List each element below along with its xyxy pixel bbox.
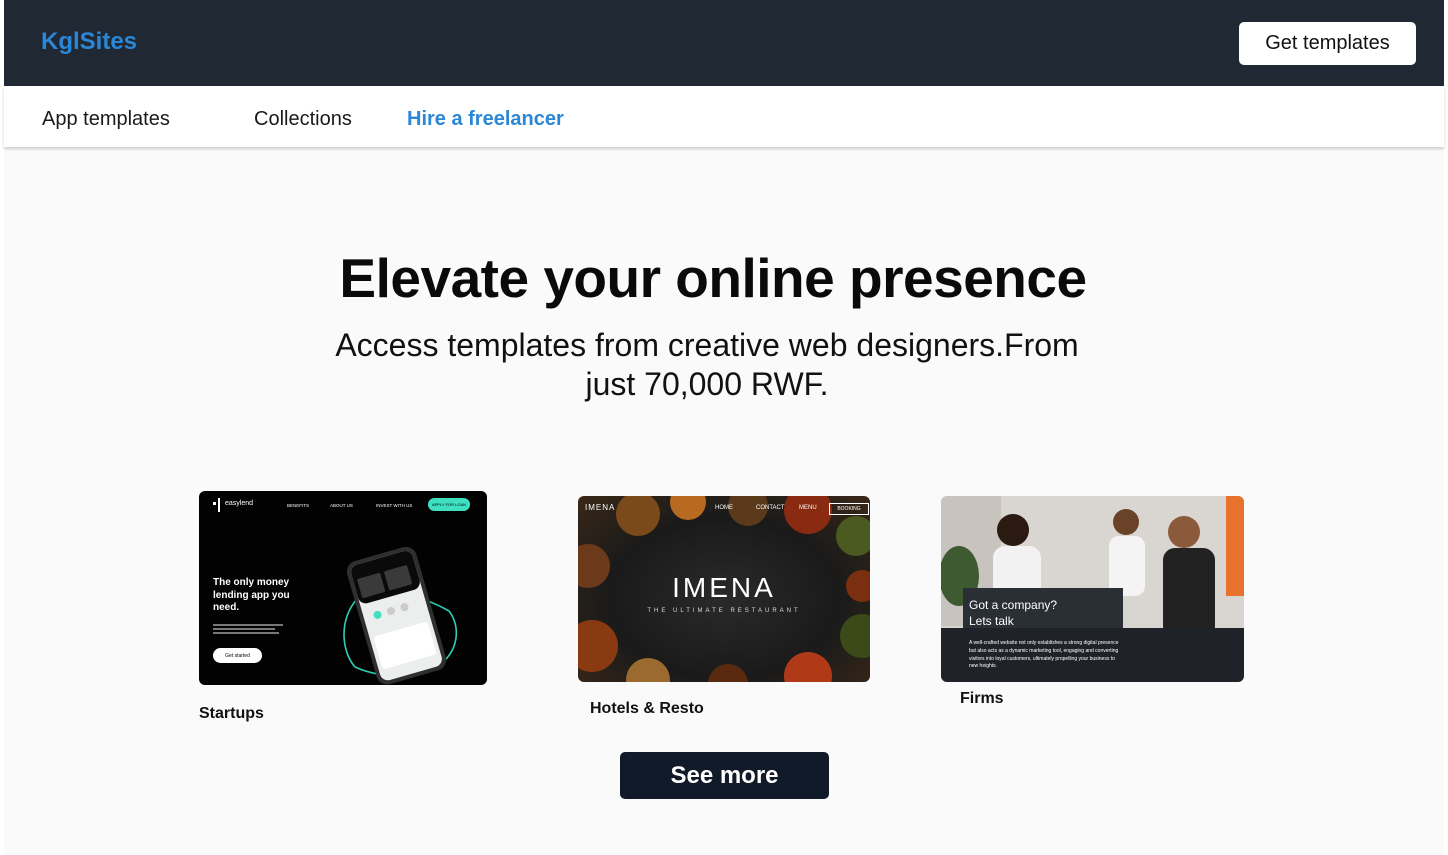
preview-booking-button: BOOKING — [829, 503, 869, 515]
get-templates-button[interactable]: Get templates — [1239, 22, 1416, 65]
preview-headline: IMENA — [672, 572, 776, 603]
preview-nav-3: MENU — [799, 505, 817, 511]
template-preview-firms[interactable]: Got a company? Lets talk A well-crafted … — [941, 496, 1244, 682]
template-preview-startups[interactable]: easylend BENEFITS ABOUT US INVEST WITH U… — [199, 491, 487, 685]
top-header: KglSites Get templates — [4, 0, 1444, 86]
see-more-button[interactable]: See more — [620, 752, 829, 799]
nav-item-hire-freelancer[interactable]: Hire a freelancer — [407, 108, 564, 131]
main-nav: App templates Collections Hire a freelan… — [4, 86, 1444, 147]
preview-body: A well-crafted website not only establis… — [969, 640, 1119, 670]
template-label-firms[interactable]: Firms — [960, 690, 1004, 708]
hero-subtitle: Access templates from creative web desig… — [335, 327, 1079, 402]
preview-tagline: THE ULTIMATE RESTAURANT — [647, 608, 801, 614]
preview-headline: Got a company? Lets talk — [969, 598, 1058, 628]
nav-item-collections[interactable]: Collections — [254, 108, 352, 131]
template-label-startups[interactable]: Startups — [199, 705, 264, 723]
template-preview-hotels[interactable]: IMENA HOME CONTACT MENU BOOKING IMENA TH… — [578, 496, 870, 682]
page: KglSites Get templates App templates Col… — [4, 0, 1444, 855]
preview-nav-1: HOME — [715, 505, 733, 511]
preview-get-started: Get started — [213, 648, 262, 663]
preview-nav-2: CONTACT — [756, 505, 785, 511]
template-label-hotels[interactable]: Hotels & Resto — [590, 700, 704, 718]
hero-title: Elevate your online presence — [339, 247, 1087, 309]
site-logo[interactable]: KglSites — [41, 28, 137, 56]
preview-brand: IMENA — [585, 503, 616, 512]
nav-item-app-templates[interactable]: App templates — [42, 108, 170, 131]
